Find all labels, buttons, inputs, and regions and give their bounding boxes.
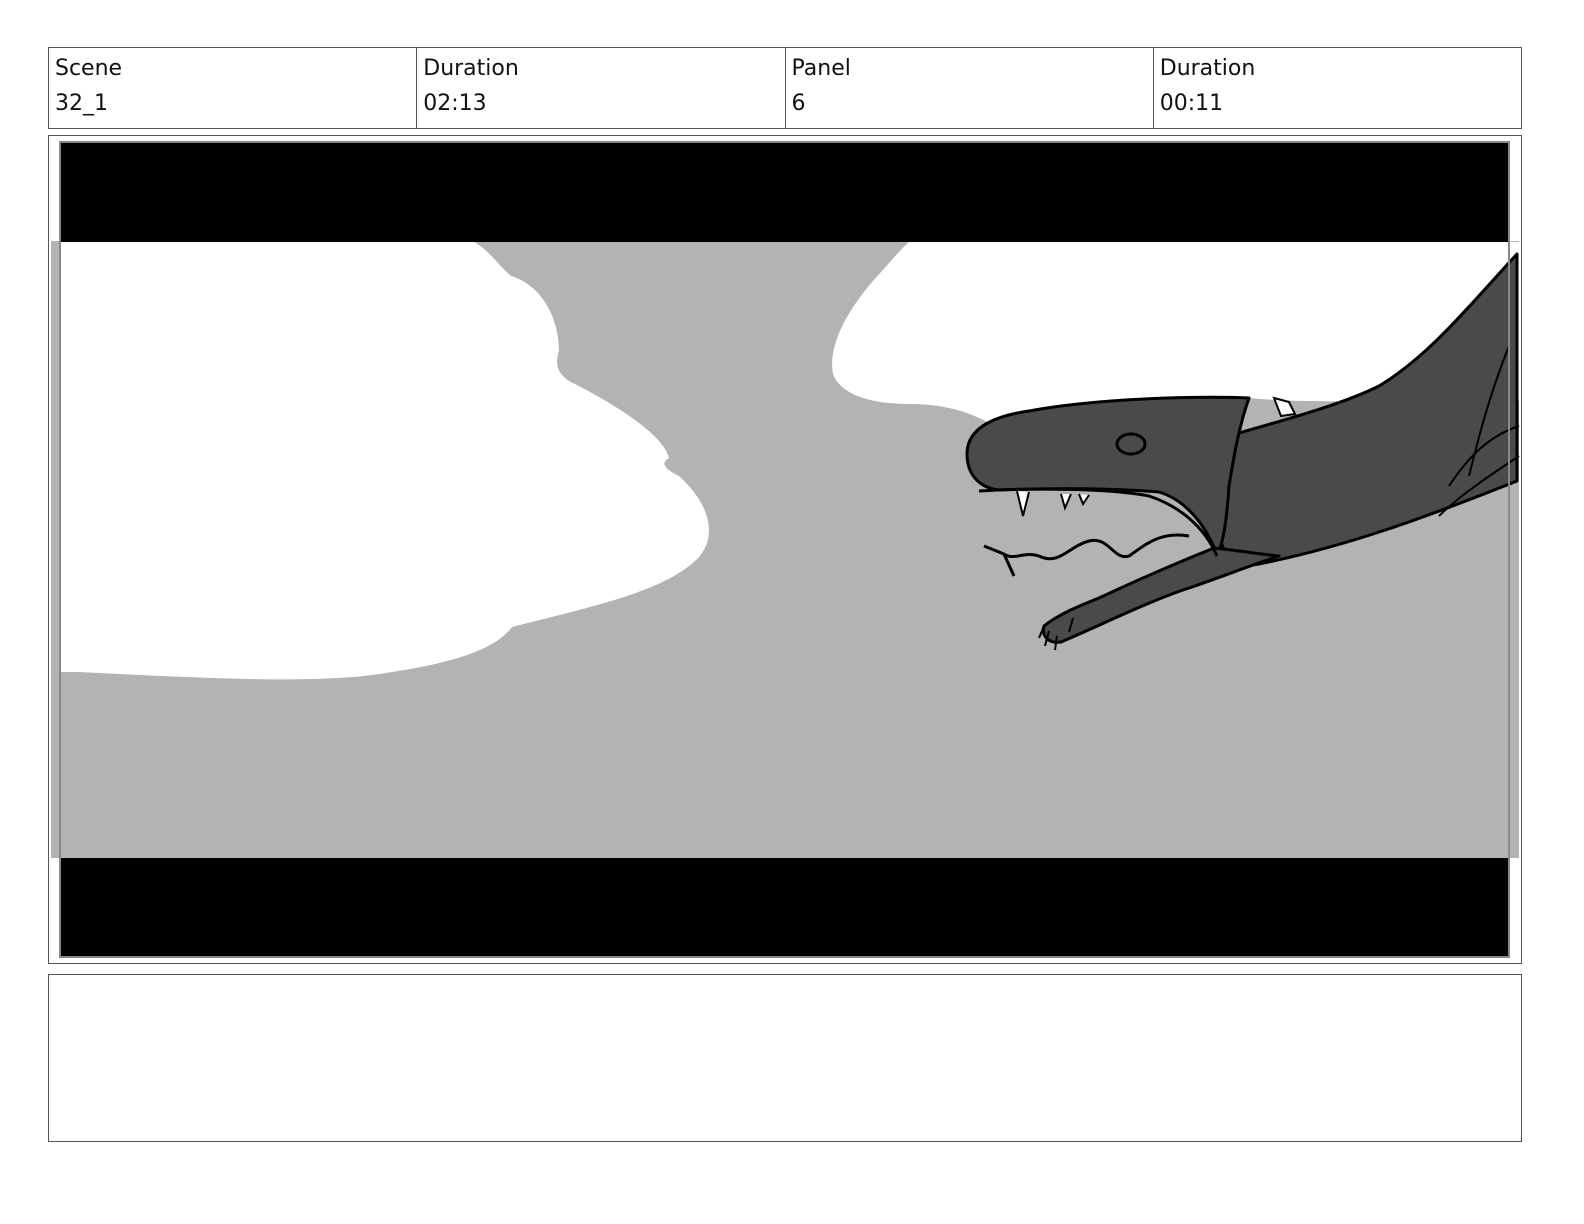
scene-label: Scene [55,56,123,81]
panel-duration-value: 00:11 [1159,91,1224,116]
scene-duration-cell: Duration 02:13 [417,48,786,128]
panel-label: Panel [791,56,851,81]
panel-info-header: Scene 32_1 Duration 02:13 Panel 6 Durati… [48,47,1522,129]
scene-value: 32_1 [55,91,108,116]
panel-cell: Panel 6 [786,48,1154,128]
panel-duration-cell: Duration 00:11 [1154,48,1521,128]
letterbox-bottom [60,858,1509,957]
panel-notes[interactable] [48,974,1522,1142]
panel-duration-label: Duration [1159,56,1256,81]
scene-cell: Scene 32_1 [49,48,418,128]
storyboard-drawing [51,141,1520,958]
scene-duration-value: 02:13 [423,91,487,116]
storyboard-frame [48,135,1522,964]
panel-value: 6 [791,91,806,116]
letterbox-top [60,142,1509,242]
scene-duration-label: Duration [423,56,519,81]
